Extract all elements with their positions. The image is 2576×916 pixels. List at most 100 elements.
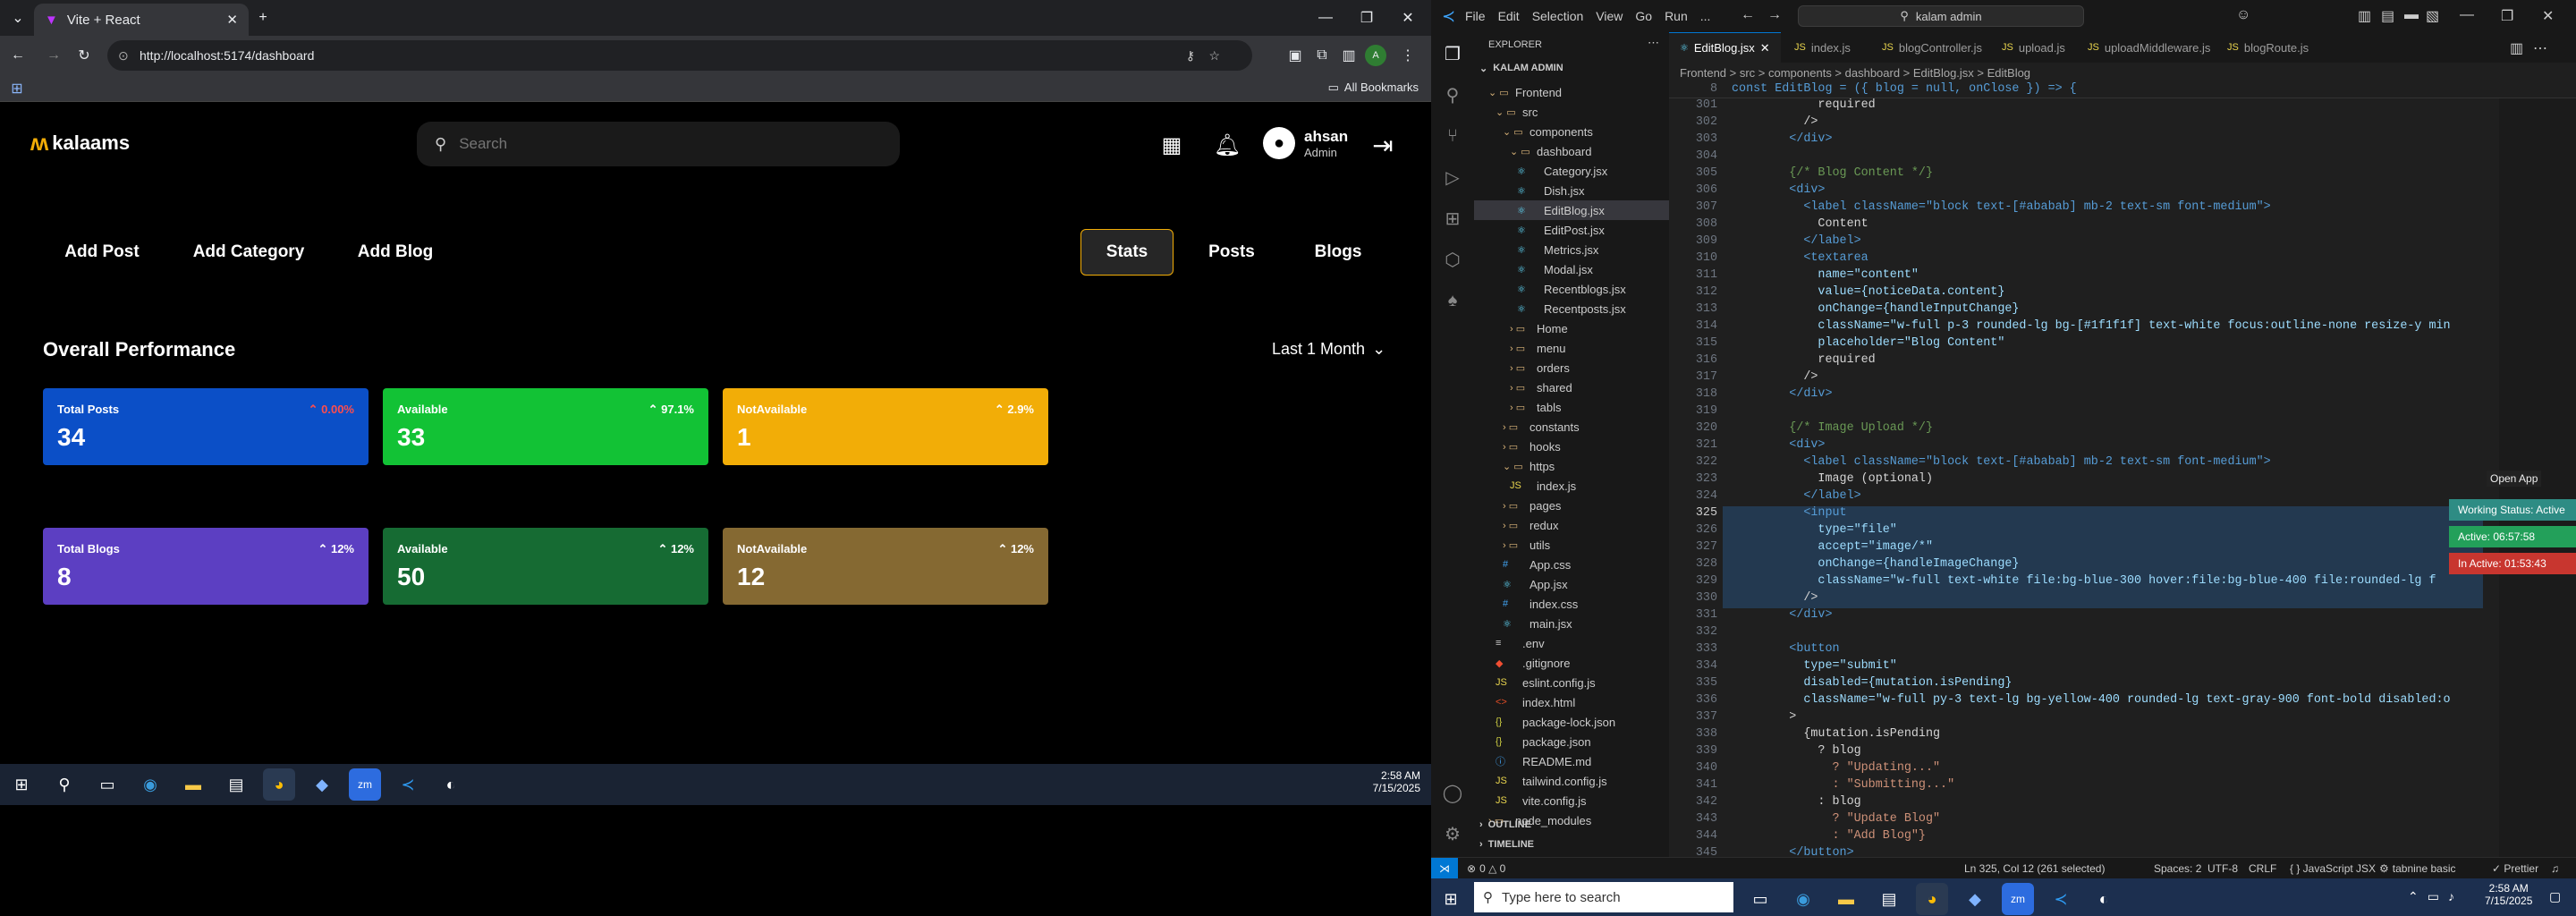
file-explorer-icon[interactable]: ▬ [177, 768, 209, 801]
remote-icon[interactable]: ⬡ [1440, 247, 1465, 272]
layout-icon[interactable]: ▥ [2358, 7, 2371, 25]
maximize-icon[interactable]: ❐ [2501, 7, 2513, 25]
explorer-item[interactable]: ⓘ README.md [1474, 751, 1669, 771]
menu-item[interactable]: Edit [1498, 9, 1520, 23]
password-key-icon[interactable]: ⚷ [1186, 48, 1195, 64]
more-actions-icon[interactable]: ⋯ [1648, 36, 1659, 50]
close-icon[interactable]: ✕ [2542, 7, 2554, 25]
vscode-icon[interactable]: ≺ [2045, 883, 2077, 915]
timeline-section[interactable]: › TIMELINE [1479, 839, 1534, 850]
notification-bell-icon[interactable]: 🔔︎ [1214, 132, 1241, 157]
close-window-icon[interactable]: ✕ [1397, 7, 1419, 29]
explorer-item[interactable]: ⌄ ▭ dashboard [1474, 141, 1669, 161]
nav-forward-icon[interactable]: → [1767, 7, 1782, 23]
explorer-item[interactable]: ⚛ Recentposts.jsx [1474, 299, 1669, 318]
taskbar-search-icon[interactable]: ⚲ [48, 768, 80, 801]
source-control-icon[interactable]: ⑂ [1440, 123, 1465, 148]
split-editor-icon[interactable]: ▥ [2510, 39, 2523, 57]
open-app-link[interactable]: Open App [2487, 471, 2542, 487]
extensions-puzzle-icon[interactable]: ⧉ [1311, 45, 1333, 66]
zoom-icon[interactable]: zm [349, 768, 381, 801]
explorer-item[interactable]: › ▭ orders [1474, 358, 1669, 377]
explorer-item[interactable]: › ▭ shared [1474, 377, 1669, 397]
search-input[interactable] [459, 135, 818, 153]
url-field[interactable]: ⊙ http://localhost:5174/dashboard ⚷ ☆ [107, 40, 1252, 71]
toggle-panel-icon[interactable]: ▬ [2404, 7, 2419, 23]
explorer-item[interactable]: # App.css [1474, 555, 1669, 574]
editor-tab[interactable]: ⚛ EditBlog.jsx ✕ [1669, 32, 1781, 63]
range-dropdown[interactable]: Last 1 Month ⌄ [1272, 340, 1385, 359]
explorer-icon[interactable]: ❐ [1440, 41, 1465, 66]
minimap[interactable] [2499, 82, 2576, 857]
editor-tab[interactable]: JS upload.js [1991, 32, 2076, 63]
explorer-item[interactable]: JS eslint.config.js [1474, 673, 1669, 692]
add-category-button[interactable]: Add Category [177, 229, 320, 276]
notifications-icon[interactable]: ▢ [2549, 889, 2561, 904]
forward-icon[interactable]: → [43, 45, 64, 66]
explorer-item[interactable]: ⚛ App.jsx [1474, 574, 1669, 594]
search-bar[interactable]: ⚲ [417, 122, 900, 166]
chrome-icon[interactable]: ◕ [263, 768, 295, 801]
sticky-scroll[interactable]: 8 const EditBlog = ({ blog = null, onClo… [1669, 81, 2576, 98]
browser-menu-icon[interactable]: ⋮ [1397, 45, 1419, 66]
app-icon[interactable]: ◆ [306, 768, 338, 801]
user-profile[interactable]: ● ahsan Admin [1263, 127, 1348, 159]
settings-gear-icon[interactable]: ⚙ [1440, 821, 1465, 846]
cursor-position[interactable]: Ln 325, Col 12 (261 selected) [1964, 862, 2105, 875]
explorer-item[interactable]: › ▭ hooks [1474, 437, 1669, 456]
explorer-item[interactable]: ⌄ ▭ https [1474, 456, 1669, 476]
bookmark-star-icon[interactable]: ☆ [1208, 48, 1220, 64]
extensions-icon[interactable]: ⊞ [1440, 206, 1465, 231]
site-info-icon[interactable]: ⊙ [118, 48, 129, 64]
editor-tab[interactable]: JS blogController.js [1871, 32, 1993, 63]
file-explorer-icon[interactable]: ▬ [1830, 883, 1862, 915]
menu-item[interactable]: Selection [1532, 9, 1584, 23]
explorer-item[interactable]: ⚛ Metrics.jsx [1474, 240, 1669, 259]
editor-tab[interactable]: JS uploadMiddleware.js [2077, 32, 2221, 63]
explorer-item[interactable]: › ▭ constants [1474, 417, 1669, 437]
copilot-icon[interactable]: ☺ [2236, 7, 2250, 23]
explorer-item[interactable]: ≡ .env [1474, 633, 1669, 653]
explorer-item[interactable]: ⌄ ▭ Frontend [1474, 82, 1669, 102]
explorer-item[interactable]: ⚛ Dish.jsx [1474, 181, 1669, 200]
sidepanel-icon[interactable]: ▥ [1338, 45, 1360, 66]
editor-tab[interactable]: JS index.js [1784, 32, 1861, 63]
minimize-icon[interactable]: — [2460, 7, 2474, 23]
line-ending[interactable]: CRLF [2249, 862, 2276, 875]
indent-setting[interactable]: Spaces: 2 [2154, 862, 2201, 875]
explorer-item[interactable]: › ▭ Home [1474, 318, 1669, 338]
explorer-item[interactable]: ⚛ Modal.jsx [1474, 259, 1669, 279]
edge-icon[interactable]: ◉ [1787, 883, 1819, 915]
close-tab-icon[interactable]: ✕ [1760, 41, 1770, 55]
app2-icon[interactable]: ◐ [435, 768, 467, 801]
edge-icon[interactable]: ◉ [134, 768, 166, 801]
chrome-icon[interactable]: ◕ [1916, 883, 1948, 915]
apps-grid-icon[interactable]: ⊞ [7, 79, 27, 98]
tab-search-icon[interactable]: ⌄ [7, 7, 29, 29]
explorer-item[interactable]: › ▭ pages [1474, 496, 1669, 515]
back-icon[interactable]: ← [7, 45, 29, 66]
store-icon[interactable]: ▤ [1873, 883, 1905, 915]
menu-item[interactable]: ... [1700, 9, 1711, 23]
taskbar-clock[interactable]: 2:58 AM 7/15/2025 [2485, 882, 2532, 907]
explorer-item[interactable]: › ▭ utils [1474, 535, 1669, 555]
command-center[interactable]: ⚲ kalam admin [1798, 5, 2084, 27]
all-bookmarks[interactable]: ▭ All Bookmarks [1328, 81, 1419, 95]
explorer-item[interactable]: JS vite.config.js [1474, 791, 1669, 810]
task-view-icon[interactable]: ▭ [1744, 883, 1776, 915]
logout-icon[interactable]: ⇥ [1367, 131, 1399, 159]
reload-icon[interactable]: ↻ [73, 45, 95, 66]
explorer-item[interactable]: › ▭ redux [1474, 515, 1669, 535]
minimize-icon[interactable]: — [1315, 7, 1336, 29]
menu-item[interactable]: Run [1665, 9, 1688, 23]
explorer-item[interactable]: ⌄ ▭ src [1474, 102, 1669, 122]
menu-item[interactable]: Go [1635, 9, 1652, 23]
taskbar-clock[interactable]: 2:58 AM 7/15/2025 [1373, 769, 1420, 794]
add-blog-button[interactable]: Add Blog [340, 229, 451, 276]
explorer-item[interactable]: ⚛ main.jsx [1474, 614, 1669, 633]
explorer-item[interactable]: ⚛ EditBlog.jsx [1474, 200, 1669, 220]
explorer-item[interactable]: ⚛ Category.jsx [1474, 161, 1669, 181]
account-icon[interactable]: ◯ [1440, 780, 1465, 805]
explorer-item[interactable]: {} package-lock.json [1474, 712, 1669, 732]
editor-more-icon[interactable]: ⋯ [2533, 39, 2547, 57]
